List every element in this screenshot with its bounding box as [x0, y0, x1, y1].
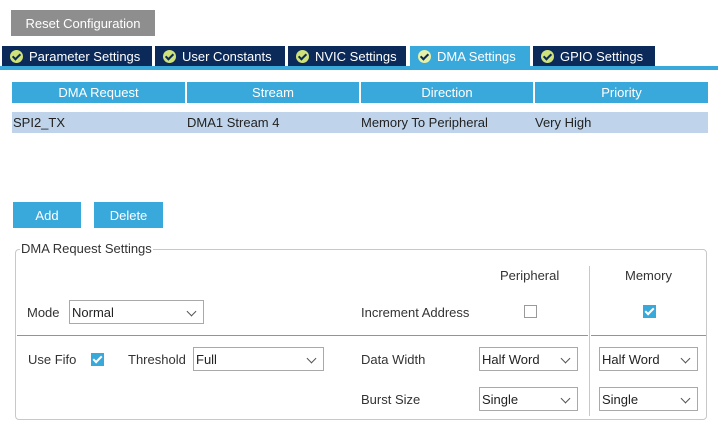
data-width-label: Data Width	[361, 352, 426, 367]
cell-dma-request[interactable]: SPI2_TX	[12, 112, 185, 133]
chevron-down-icon	[560, 353, 571, 364]
tab-gpio-settings[interactable]: GPIO Settings	[533, 46, 655, 67]
column-header-dma-request[interactable]: DMA Request	[12, 82, 185, 103]
chevron-down-icon	[680, 353, 691, 364]
chevron-down-icon	[680, 393, 691, 404]
use-fifo-checkbox[interactable]	[91, 353, 104, 366]
tab-bar: Parameter Settings User Constants NVIC S…	[0, 46, 718, 68]
burst-size-memory-select[interactable]: Single	[599, 387, 698, 411]
cell-direction[interactable]: Memory To Peripheral	[360, 112, 533, 133]
check-circle-icon	[541, 50, 554, 63]
tab-label: User Constants	[182, 49, 272, 64]
burst-size-peripheral-value: Single	[482, 391, 519, 407]
tab-underline	[0, 66, 718, 70]
peripheral-header: Peripheral	[500, 268, 560, 283]
tab-label: GPIO Settings	[560, 49, 644, 64]
tab-dma-settings[interactable]: DMA Settings	[410, 46, 530, 67]
data-width-memory-value: Half Word	[602, 351, 660, 367]
group-title: DMA Request Settings	[20, 241, 153, 256]
cell-priority[interactable]: Very High	[534, 112, 707, 133]
check-circle-icon	[418, 50, 431, 63]
tab-nvic-settings[interactable]: NVIC Settings	[288, 46, 406, 67]
increment-peripheral-checkbox[interactable]	[524, 305, 537, 318]
mode-value: Normal	[72, 304, 114, 320]
reset-configuration-button[interactable]: Reset Configuration	[11, 10, 155, 36]
column-divider	[589, 266, 590, 416]
column-header-priority[interactable]: Priority	[535, 82, 708, 103]
column-header-direction[interactable]: Direction	[361, 82, 533, 103]
check-circle-icon	[10, 50, 23, 63]
tab-user-constants[interactable]: User Constants	[155, 46, 285, 67]
tab-label: Parameter Settings	[29, 49, 141, 64]
threshold-select[interactable]: Full	[193, 347, 324, 371]
memory-header: Memory	[625, 268, 672, 283]
threshold-label: Threshold	[128, 352, 186, 367]
check-circle-icon	[296, 50, 309, 63]
check-circle-icon	[163, 50, 176, 63]
mode-label: Mode	[27, 305, 60, 320]
chevron-down-icon	[306, 353, 317, 364]
tab-parameter-settings[interactable]: Parameter Settings	[2, 46, 152, 67]
burst-size-peripheral-select[interactable]: Single	[479, 387, 578, 411]
data-width-peripheral-select[interactable]: Half Word	[479, 347, 578, 371]
increment-address-label: Increment Address	[361, 305, 470, 320]
separator-line	[17, 335, 588, 336]
separator-line	[591, 335, 706, 336]
cell-stream[interactable]: DMA1 Stream 4	[186, 112, 359, 133]
chevron-down-icon	[560, 393, 571, 404]
burst-size-label: Burst Size	[361, 392, 421, 407]
burst-size-memory-value: Single	[602, 391, 639, 407]
column-header-stream[interactable]: Stream	[187, 82, 359, 103]
data-width-peripheral-value: Half Word	[482, 351, 540, 367]
delete-button[interactable]: Delete	[94, 202, 163, 228]
chevron-down-icon	[186, 306, 197, 317]
mode-select[interactable]: Normal	[69, 300, 204, 324]
tab-label: DMA Settings	[437, 49, 516, 64]
increment-memory-checkbox[interactable]	[643, 305, 656, 318]
use-fifo-label: Use Fifo	[28, 352, 77, 367]
add-button[interactable]: Add	[13, 202, 81, 228]
tab-label: NVIC Settings	[315, 49, 397, 64]
data-width-memory-select[interactable]: Half Word	[599, 347, 698, 371]
threshold-value: Full	[196, 351, 217, 367]
